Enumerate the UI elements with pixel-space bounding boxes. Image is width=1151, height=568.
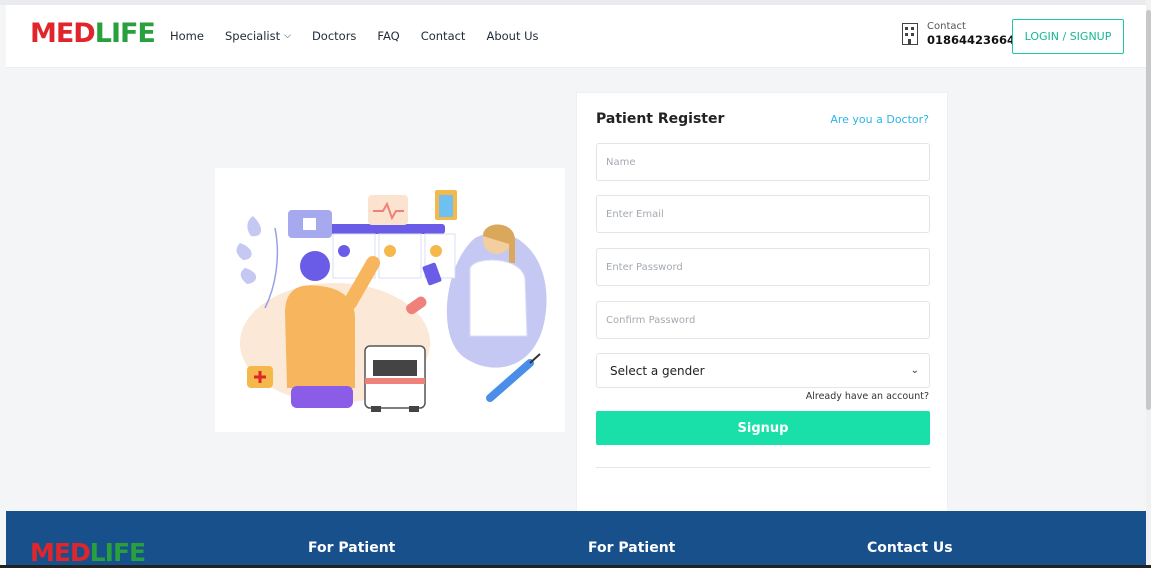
logo-med: MED xyxy=(30,18,96,49)
chevron-down-icon: ⌵ xyxy=(284,31,291,41)
nav-contact[interactable]: Contact xyxy=(421,29,466,43)
page-scrollbar[interactable] xyxy=(1146,0,1151,568)
building-icon xyxy=(902,22,918,45)
footer-heading-patient-1: For Patient xyxy=(308,540,396,556)
register-illustration xyxy=(215,168,565,432)
gender-select[interactable]: Select a gender ⌄ xyxy=(596,353,930,388)
footer-heading-contact: Contact Us xyxy=(867,540,953,556)
login-signup-button[interactable]: LOGIN / SIGNUP xyxy=(1012,19,1124,54)
chevron-down-icon: ⌄ xyxy=(910,365,919,376)
nav-faq[interactable]: FAQ xyxy=(377,29,399,43)
nav-faq-label: FAQ xyxy=(377,29,400,43)
password-input[interactable] xyxy=(596,248,930,286)
nav-doctors[interactable]: Doctors xyxy=(312,29,356,43)
nav-specialist[interactable]: Specialist ⌵ xyxy=(225,29,291,43)
footer-heading-patient-2: For Patient xyxy=(588,540,676,556)
name-input[interactable] xyxy=(596,143,930,181)
scrollbar-thumb[interactable] xyxy=(1146,10,1151,410)
footer-logo-life: LIFE xyxy=(89,538,146,567)
site-logo[interactable]: MEDLIFE xyxy=(30,18,156,49)
site-header: MEDLIFE Home Specialist ⌵ Doctors FAQ Con… xyxy=(6,5,1146,68)
contact-label: Contact xyxy=(927,21,966,32)
nav-contact-label: Contact xyxy=(420,29,466,43)
nav-about-label: About Us xyxy=(486,29,539,43)
main-nav: Home Specialist ⌵ Doctors FAQ Contact Abo… xyxy=(170,29,560,43)
form-divider xyxy=(596,467,930,468)
form-title: Patient Register xyxy=(596,111,725,127)
register-form-card: Patient Register Are you a Doctor? Selec… xyxy=(576,92,948,512)
nav-home-label: Home xyxy=(170,29,204,43)
nav-about-us[interactable]: About Us xyxy=(486,29,538,43)
footer-logo[interactable]: MEDLIFE xyxy=(30,538,146,567)
confirm-password-input[interactable] xyxy=(596,301,930,339)
contact-number: 01864423664 xyxy=(927,33,1016,47)
logo-life: LIFE xyxy=(94,18,156,49)
footer-logo-med: MED xyxy=(30,538,91,567)
nav-doctors-label: Doctors xyxy=(311,29,357,43)
doctor-register-link[interactable]: Are you a Doctor? xyxy=(830,113,929,126)
nav-specialist-label: Specialist xyxy=(224,29,281,43)
header-contact: Contact 01864423664 xyxy=(902,21,1015,47)
nav-home[interactable]: Home xyxy=(170,29,204,43)
signup-button[interactable]: Signup xyxy=(596,411,930,445)
already-have-account-link[interactable]: Already have an account? xyxy=(806,391,929,402)
email-input[interactable] xyxy=(596,195,930,233)
gender-select-value: Select a gender xyxy=(610,363,705,378)
doctor-patient-illustration xyxy=(236,190,547,412)
site-footer: MEDLIFE For Patient For Patient Contact … xyxy=(6,511,1146,568)
